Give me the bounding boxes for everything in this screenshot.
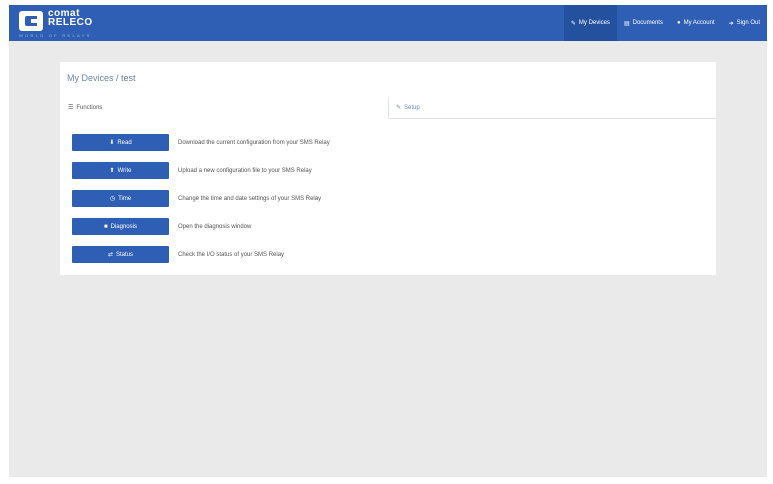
download-icon: ⬇ [109,140,115,146]
function-description: Check the I/O status of your SMS Relay [178,251,285,258]
breadcrumb: My Devices / test [67,73,136,83]
nav-item-label: My Devices [578,20,610,26]
tab-functions[interactable]: ☰ Functions [60,97,389,119]
account-icon: ● [676,20,681,26]
wrench-icon: ✎ [570,20,576,27]
breadcrumb-my-devices-link[interactable]: My Devices [67,73,114,83]
nav-item-my-account[interactable]: ● My Account [670,5,722,41]
nav-item-label: Documents [632,20,663,26]
function-description: Change the time and date settings of you… [178,195,322,202]
button-label: Status [116,251,134,258]
nav-item-documents[interactable]: ▤ Documents [617,5,670,41]
tab-label: Setup [404,104,420,111]
nav-item-label: Sign Out [736,20,760,26]
logo-tagline: WORLD OF RELAYS [19,33,92,38]
document-icon: ▤ [623,20,630,27]
button-label: Write [117,167,132,174]
edit-icon: ✎ [396,105,402,111]
clock-icon: ◷ [109,196,116,202]
top-navbar: comat RELECO WORLD OF RELAYS ✎ My Device… [9,5,767,41]
function-description: Upload a new configuration file to your … [178,167,312,174]
button-label: Diagnosis [110,223,137,230]
breadcrumb-separator: / [113,73,122,83]
logo-text-line2: RELECO [48,17,93,28]
diagnosis-button[interactable]: ■ Diagnosis [72,218,169,235]
logo-text: comat RELECO [48,9,93,28]
nav-item-label: My Account [683,20,715,26]
button-label: Time [118,195,132,202]
device-panel: My Devices / test ☰ Functions ✎ Setup ⬇ … [60,62,716,275]
breadcrumb-current: test [121,73,136,83]
tab-bar: ☰ Functions ✎ Setup [60,97,716,119]
upload-icon: ⬆ [109,168,115,174]
status-icon: ⇄ [107,252,113,258]
logo-mark-icon [19,11,43,31]
briefcase-icon: ■ [104,223,108,230]
app-window: comat RELECO WORLD OF RELAYS ✎ My Device… [9,5,767,477]
status-button[interactable]: ⇄ Status [72,246,169,263]
function-description: Open the diagnosis window [178,223,252,230]
write-button[interactable]: ⬆ Write [72,162,169,179]
nav-item-sign-out[interactable]: ➜ Sign Out [722,5,767,41]
nav-item-my-devices[interactable]: ✎ My Devices [563,5,617,41]
read-button[interactable]: ⬇ Read [72,134,169,151]
time-button[interactable]: ◷ Time [72,190,169,207]
tab-setup[interactable]: ✎ Setup [390,97,420,118]
tab-label: Functions [76,104,103,111]
main-nav: ✎ My Devices ▤ Documents ● My Account ➜ … [563,5,767,41]
function-description: Download the current configuration from … [178,139,330,146]
sign-out-icon: ➜ [728,20,734,27]
button-label: Read [117,139,132,146]
list-icon: ☰ [68,105,74,111]
